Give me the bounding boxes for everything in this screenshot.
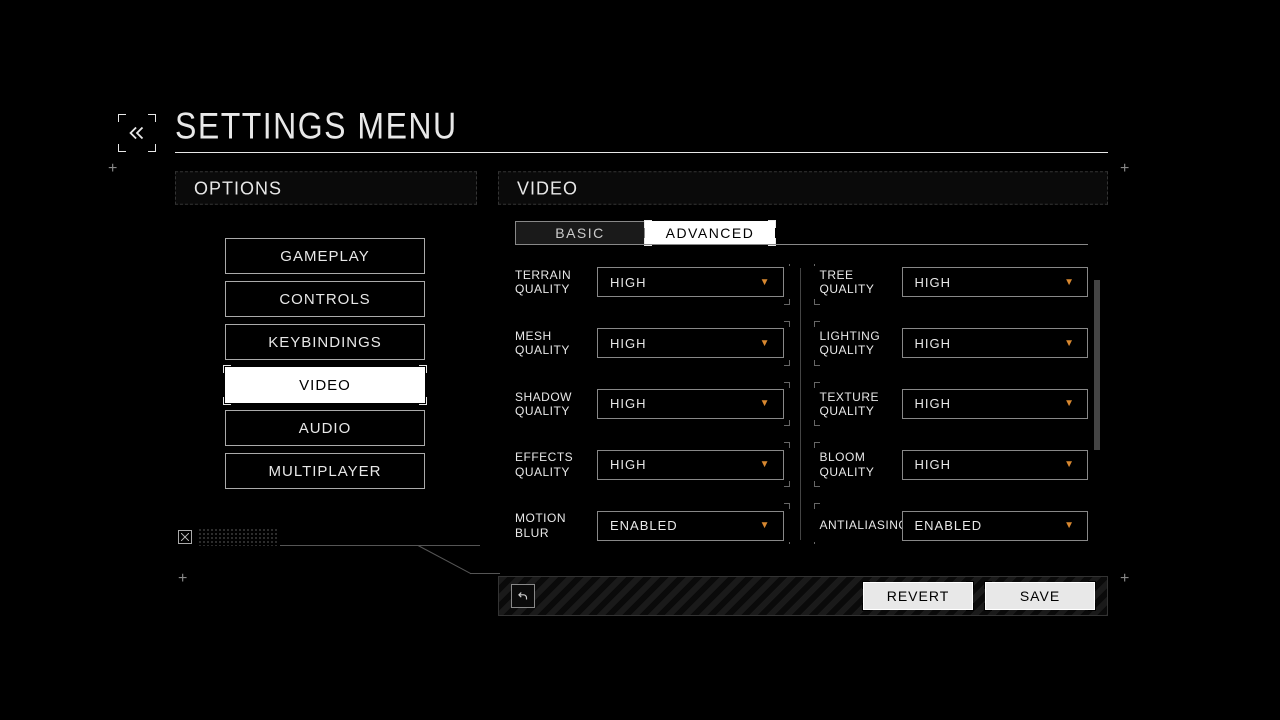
setting-row: MOTION BLUR ENABLED ▼ — [515, 507, 784, 544]
undo-button[interactable] — [511, 584, 535, 608]
decorative-line — [418, 545, 471, 574]
dropdown-value: HIGH — [915, 275, 952, 290]
chevron-down-icon: ▼ — [1064, 520, 1075, 531]
tab-basic[interactable]: BASIC — [515, 221, 645, 245]
chevron-double-left-icon — [126, 122, 148, 144]
footer-bar: REVERT SAVE — [498, 576, 1108, 616]
sidebar-item-label: KEYBINDINGS — [268, 334, 382, 351]
setting-label: MOTION BLUR — [515, 511, 585, 540]
revert-button[interactable]: REVERT — [863, 582, 973, 610]
sidebar-item-label: CONTROLS — [279, 291, 370, 308]
sidebar-item-label: GAMEPLAY — [280, 248, 369, 265]
chevron-down-icon: ▼ — [760, 520, 771, 531]
dropdown-value: HIGH — [610, 396, 647, 411]
sidebar-item-audio[interactable]: AUDIO — [225, 410, 425, 446]
corner-plus-icon: + — [178, 570, 188, 588]
setting-dropdown[interactable]: HIGH ▼ — [597, 267, 784, 297]
setting-dropdown[interactable]: ENABLED ▼ — [902, 511, 1089, 541]
setting-label: SHADOW QUALITY — [515, 390, 585, 419]
chevron-down-icon: ▼ — [1064, 459, 1075, 470]
decorative-line — [280, 545, 480, 546]
dropdown-value: ENABLED — [915, 518, 983, 533]
dropdown-value: HIGH — [610, 457, 647, 472]
setting-row: SHADOW QUALITY HIGH ▼ — [515, 386, 784, 423]
dropdown-value: HIGH — [610, 336, 647, 351]
setting-label: LIGHTING QUALITY — [820, 329, 890, 358]
setting-label: TERRAIN QUALITY — [515, 268, 585, 297]
undo-icon — [516, 589, 530, 603]
setting-row: ANTIALIASING ENABLED ▼ — [820, 507, 1089, 544]
sidebar-item-label: AUDIO — [299, 420, 352, 437]
sidebar-item-video[interactable]: VIDEO — [225, 367, 425, 403]
decorative-line — [470, 573, 500, 574]
setting-dropdown[interactable]: HIGH ▼ — [902, 389, 1089, 419]
decorative-dots — [198, 528, 278, 546]
video-tabs: BASIC ADVANCED — [515, 221, 775, 245]
setting-row: LIGHTING QUALITY HIGH ▼ — [820, 325, 1089, 362]
setting-row: EFFECTS QUALITY HIGH ▼ — [515, 446, 784, 483]
setting-dropdown[interactable]: HIGH ▼ — [902, 328, 1089, 358]
sidebar-item-label: MULTIPLAYER — [269, 463, 382, 480]
decorative-checkbox-icon — [178, 530, 192, 544]
setting-dropdown[interactable]: ENABLED ▼ — [597, 511, 784, 541]
corner-plus-icon: + — [108, 160, 118, 178]
dropdown-value: HIGH — [610, 275, 647, 290]
dropdown-value: HIGH — [915, 396, 952, 411]
dropdown-value: ENABLED — [610, 518, 678, 533]
corner-plus-icon: + — [1120, 160, 1130, 178]
button-label: REVERT — [887, 588, 950, 604]
setting-row: TEXTURE QUALITY HIGH ▼ — [820, 386, 1089, 423]
setting-label: MESH QUALITY — [515, 329, 585, 358]
setting-row: BLOOM QUALITY HIGH ▼ — [820, 446, 1089, 483]
chevron-down-icon: ▼ — [760, 277, 771, 288]
setting-label: TEXTURE QUALITY — [820, 390, 890, 419]
sidebar-item-multiplayer[interactable]: MULTIPLAYER — [225, 453, 425, 489]
setting-label: TREE QUALITY — [820, 268, 890, 297]
chevron-down-icon: ▼ — [760, 398, 771, 409]
tab-label: ADVANCED — [666, 225, 755, 241]
setting-row: TREE QUALITY HIGH ▼ — [820, 264, 1089, 301]
dropdown-value: HIGH — [915, 457, 952, 472]
chevron-down-icon: ▼ — [1064, 398, 1075, 409]
dropdown-value: HIGH — [915, 336, 952, 351]
setting-label: EFFECTS QUALITY — [515, 450, 585, 479]
corner-plus-icon: + — [1120, 570, 1130, 588]
page-title: SETTINGS MENU — [175, 105, 458, 148]
sidebar-item-label: VIDEO — [299, 377, 351, 394]
options-section-header: OPTIONS — [175, 171, 477, 205]
tab-underline — [515, 244, 1088, 245]
setting-dropdown[interactable]: HIGH ▼ — [597, 450, 784, 480]
chevron-down-icon: ▼ — [1064, 277, 1075, 288]
tab-advanced[interactable]: ADVANCED — [645, 221, 775, 245]
sidebar-item-keybindings[interactable]: KEYBINDINGS — [225, 324, 425, 360]
setting-row: TERRAIN QUALITY HIGH ▼ — [515, 264, 784, 301]
back-button[interactable] — [122, 118, 152, 148]
save-button[interactable]: SAVE — [985, 582, 1095, 610]
title-divider — [175, 152, 1108, 153]
sidebar-item-controls[interactable]: CONTROLS — [225, 281, 425, 317]
options-sidebar: GAMEPLAY CONTROLS KEYBINDINGS VIDEO AUDI… — [225, 238, 425, 496]
setting-dropdown[interactable]: HIGH ▼ — [902, 450, 1089, 480]
chevron-down-icon: ▼ — [760, 459, 771, 470]
video-section-header: VIDEO — [498, 171, 1108, 205]
button-label: SAVE — [1020, 588, 1060, 604]
setting-dropdown[interactable]: HIGH ▼ — [597, 328, 784, 358]
settings-scroll-area: TERRAIN QUALITY HIGH ▼ MESH QUALITY HIGH… — [515, 264, 1088, 544]
setting-row: MESH QUALITY HIGH ▼ — [515, 325, 784, 362]
setting-dropdown[interactable]: HIGH ▼ — [902, 267, 1089, 297]
tab-label: BASIC — [555, 225, 605, 241]
sidebar-item-gameplay[interactable]: GAMEPLAY — [225, 238, 425, 274]
setting-label: ANTIALIASING — [820, 518, 890, 532]
chevron-down-icon: ▼ — [1064, 338, 1075, 349]
setting-label: BLOOM QUALITY — [820, 450, 890, 479]
chevron-down-icon: ▼ — [760, 338, 771, 349]
setting-dropdown[interactable]: HIGH ▼ — [597, 389, 784, 419]
scrollbar[interactable] — [1094, 280, 1100, 450]
